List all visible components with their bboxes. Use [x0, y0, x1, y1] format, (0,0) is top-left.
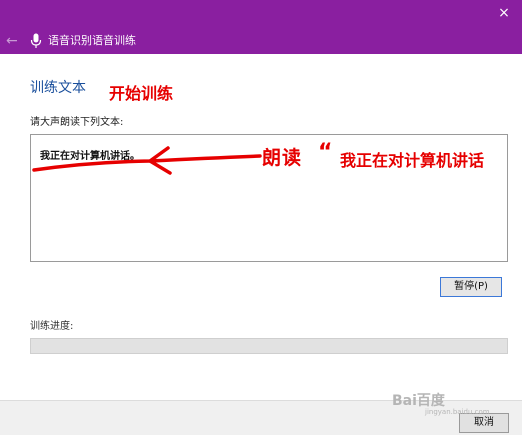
- progress-label: 训练进度:: [30, 321, 74, 332]
- navigation-bar: ← 语音识别语音训练: [0, 28, 522, 54]
- wizard-title: 语音识别语音训练: [48, 34, 136, 47]
- annotation-read-label: 朗读: [262, 147, 303, 169]
- close-button[interactable]: ×: [494, 3, 514, 23]
- baidu-watermark-url: jingyan.baidu.com: [425, 408, 490, 416]
- microphone-icon: [30, 33, 42, 48]
- cancel-button[interactable]: 取消: [459, 413, 509, 433]
- pause-button[interactable]: 暂停(P): [440, 277, 502, 297]
- baidu-watermark: Bai百度: [392, 393, 445, 409]
- annotation-quote-mark: “: [318, 140, 333, 165]
- annotation-start-training: 开始训练: [109, 84, 174, 103]
- title-bar: ×: [0, 0, 522, 28]
- annotation-read-phrase: 我正在对计算机讲话: [340, 151, 485, 170]
- page-heading: 训练文本: [30, 80, 86, 96]
- training-progress-bar: [30, 338, 508, 354]
- red-annotation-arrow: [32, 146, 262, 175]
- back-arrow-icon[interactable]: ←: [6, 31, 18, 51]
- instruction-label: 请大声朗读下列文本:: [30, 117, 124, 128]
